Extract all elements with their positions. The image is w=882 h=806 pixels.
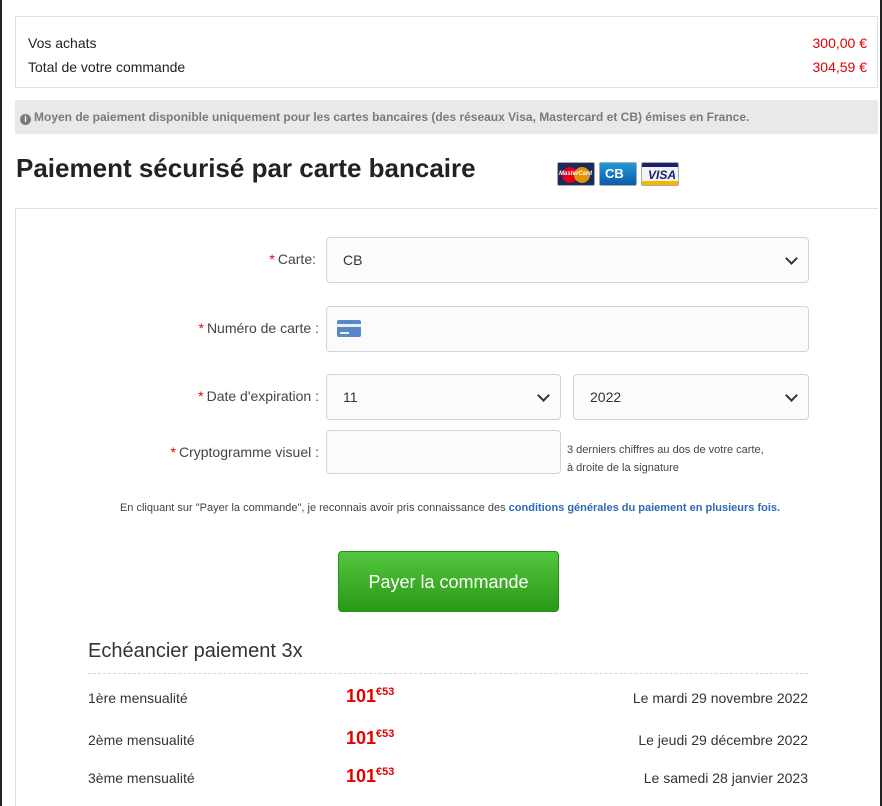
chevron-down-icon bbox=[537, 389, 550, 402]
installment-name: 3ème mensualité bbox=[88, 770, 195, 786]
expiry-year-value: 2022 bbox=[590, 389, 622, 405]
schedule-row: 2ème mensualité 101€53 Le jeudi 29 décem… bbox=[88, 728, 808, 750]
payment-notice: i Moyen de paiement disponible uniquement… bbox=[15, 100, 878, 134]
installment-name: 2ème mensualité bbox=[88, 732, 195, 748]
info-icon: i bbox=[20, 114, 31, 125]
schedule-divider bbox=[88, 673, 808, 674]
total-amount: 304,59 € bbox=[812, 59, 868, 75]
cvv-label: * Cryptogramme visuel : bbox=[170, 444, 320, 460]
purchases-amount: 300,00 € bbox=[812, 35, 868, 51]
visa-logo: VISA bbox=[641, 162, 679, 186]
schedule-row: 1ère mensualité 101€53 Le mardi 29 novem… bbox=[88, 686, 808, 708]
schedule-title: Echéancier paiement 3x bbox=[88, 640, 303, 662]
purchases-row: Vos achats 300,00 € bbox=[28, 35, 867, 51]
installment-name: 1ère mensualité bbox=[88, 690, 188, 706]
installment-amount: 101€53 bbox=[346, 686, 395, 706]
total-row: Total de votre commande 304,59 € bbox=[28, 59, 867, 75]
card-type-select[interactable]: CB bbox=[326, 237, 809, 283]
purchases-label: Vos achats bbox=[28, 35, 97, 51]
cvv-input[interactable] bbox=[326, 430, 561, 474]
expiry-month-value: 11 bbox=[343, 389, 358, 405]
cb-logo: CB bbox=[599, 162, 637, 186]
card-logos: MasterCard CB VISA bbox=[557, 162, 679, 186]
mastercard-logo: MasterCard bbox=[557, 162, 595, 186]
schedule-row: 3ème mensualité 101€53 Le samedi 28 janv… bbox=[88, 766, 808, 788]
installment-amount: 101€53 bbox=[346, 766, 395, 786]
order-summary: Vos achats 300,00 € Total de votre comma… bbox=[15, 16, 878, 88]
installment-amount: 101€53 bbox=[346, 728, 395, 748]
chevron-down-icon bbox=[785, 389, 798, 402]
installment-date: Le samedi 28 janvier 2023 bbox=[643, 770, 808, 786]
expiry-year-select[interactable]: 2022 bbox=[573, 374, 809, 420]
cvv-hint: 3 derniers chiffres au dos de votre cart… bbox=[567, 444, 764, 474]
card-type-label: * Carte: bbox=[269, 251, 316, 267]
expiry-label: * Date d'expiration : bbox=[198, 388, 319, 404]
expiry-month-select[interactable]: 11 bbox=[326, 374, 561, 420]
card-number-input[interactable] bbox=[326, 306, 809, 352]
credit-card-icon bbox=[337, 320, 361, 337]
chevron-down-icon bbox=[785, 252, 798, 265]
frame-border-left bbox=[0, 0, 2, 806]
card-number-label: * Numéro de carte : bbox=[198, 320, 319, 336]
page-title: Paiement sécurisé par carte bancaire bbox=[16, 153, 476, 183]
notice-text: Moyen de paiement disponible uniquement … bbox=[34, 110, 750, 124]
total-label: Total de votre commande bbox=[28, 59, 186, 75]
installment-date: Le mardi 29 novembre 2022 bbox=[632, 690, 808, 706]
pay-order-button[interactable]: Payer la commande bbox=[338, 551, 559, 612]
installment-date: Le jeudi 29 décembre 2022 bbox=[638, 732, 808, 748]
card-type-value: CB bbox=[343, 252, 363, 268]
terms-link[interactable]: conditions générales du paiement en plus… bbox=[509, 502, 780, 514]
terms-text: En cliquant sur "Payer la commande", je … bbox=[119, 502, 781, 514]
